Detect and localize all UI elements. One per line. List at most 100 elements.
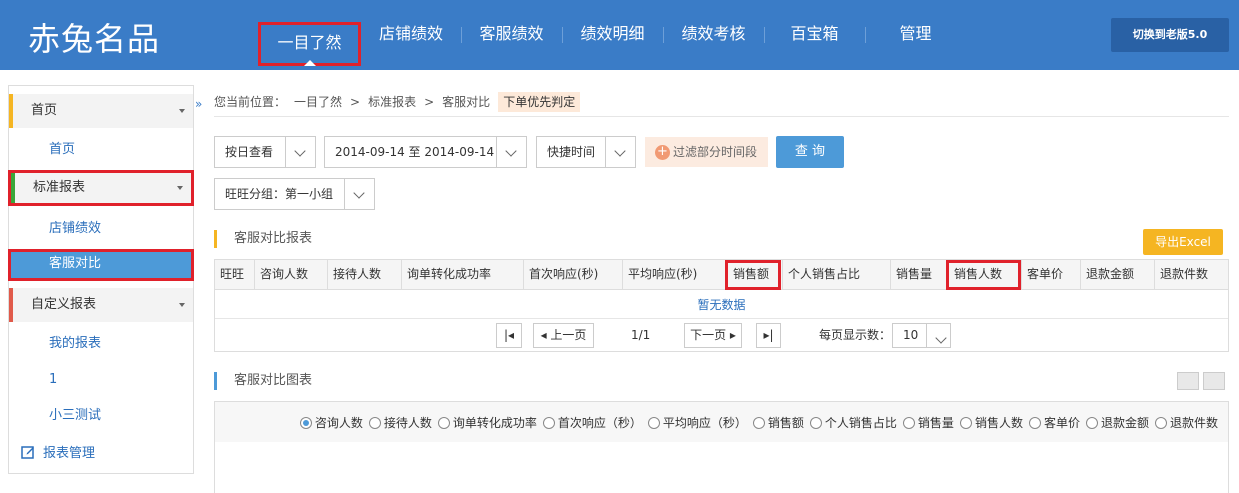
column-header[interactable]: 旺旺	[215, 260, 254, 290]
nav-service-performance[interactable]: 客服绩效	[461, 0, 562, 70]
view-mode-select[interactable]: 按日查看	[214, 136, 316, 168]
chart-type-switch	[1173, 372, 1225, 390]
nav-shop-performance[interactable]: 店铺绩效	[361, 0, 461, 70]
nav-label: 绩效考核	[681, 24, 746, 43]
sidebar-item-home[interactable]: 首页	[9, 135, 193, 165]
sidebar-group-label: 首页	[31, 103, 58, 118]
filter-period-label: 过滤部分时间段	[673, 145, 758, 159]
bar-chart-icon[interactable]	[1203, 372, 1225, 390]
per-page-select[interactable]: 10	[892, 323, 951, 348]
group-value: 旺旺分组：第一小组	[225, 187, 334, 201]
last-page-button[interactable]: ▸|	[756, 323, 781, 348]
column-header[interactable]: 个人销售占比	[782, 260, 890, 290]
quick-time-select[interactable]: 快捷时间	[536, 136, 636, 168]
filter-period-button[interactable]: + 过滤部分时间段	[645, 137, 768, 167]
radio-icon	[647, 416, 660, 429]
nav-label: 店铺绩效	[378, 24, 443, 43]
sidebar-item-service-compare[interactable]: 客服对比	[8, 249, 194, 281]
nav-performance-detail[interactable]: 绩效明细	[562, 0, 663, 70]
metric-radio[interactable]: 客单价	[1028, 414, 1080, 431]
breadcrumb-item[interactable]: 标准报表	[368, 92, 416, 112]
metric-radio[interactable]: 平均响应（秒）	[647, 414, 747, 431]
sidebar-group-home[interactable]: 首页	[9, 94, 193, 128]
breadcrumb-item[interactable]: 一目了然	[294, 92, 342, 112]
metric-label: 客单价	[1043, 416, 1080, 430]
metric-radio[interactable]: 销售量	[902, 414, 954, 431]
metric-label: 询单转化成功率	[452, 416, 537, 430]
column-header-sales[interactable]: 销售额	[725, 260, 781, 290]
column-header[interactable]: 退款金额	[1080, 260, 1154, 290]
chevron-down-icon	[179, 109, 185, 113]
metric-label: 销售量	[917, 416, 954, 430]
column-header[interactable]: 首次响应(秒)	[523, 260, 622, 290]
chevron-down-icon	[605, 137, 635, 167]
title-mark	[214, 230, 217, 248]
radio-icon	[368, 416, 381, 429]
column-header[interactable]: 咨询人数	[254, 260, 327, 290]
app-logo[interactable]: 赤兔名品	[28, 14, 160, 60]
chart-title-text: 客服对比图表	[234, 373, 313, 388]
nav-manage[interactable]: 管理	[865, 0, 966, 70]
column-header[interactable]: 询单转化成功率	[401, 260, 523, 290]
nav-toolbox[interactable]: 百宝箱	[764, 0, 865, 70]
column-header[interactable]: 客单价	[1021, 260, 1080, 290]
radio-icon	[809, 416, 822, 429]
title-mark	[214, 372, 217, 390]
column-header[interactable]: 平均响应(秒)	[622, 260, 725, 290]
metric-radio[interactable]: 销售额	[752, 414, 804, 431]
sidebar-group-standard-reports[interactable]: 标准报表	[8, 170, 194, 206]
date-range-select[interactable]: 2014-09-14 至 2014-09-14	[324, 136, 527, 168]
nav-label: 绩效明细	[580, 24, 645, 43]
group-select[interactable]: 旺旺分组：第一小组	[214, 178, 375, 210]
per-page-value: 10	[903, 328, 919, 342]
metric-label: 退款金额	[1100, 416, 1149, 430]
collapse-sidebar-icon[interactable]: »	[195, 97, 202, 111]
main-nav: 一目了然 店铺绩效 客服绩效 绩效明细 绩效考核 百宝箱 管理	[258, 0, 966, 70]
sidebar-item-my-reports[interactable]: 我的报表	[9, 329, 193, 359]
table-header: 旺旺 咨询人数 接待人数 询单转化成功率 首次响应(秒) 平均响应(秒) 销售额…	[215, 260, 1228, 290]
chart-area: 咨询人数 接待人数 询单转化成功率 首次响应（秒） 平均响应（秒） 销售额 个人…	[214, 401, 1229, 493]
chevron-down-icon	[496, 137, 526, 167]
breadcrumb-separator-icon: >	[350, 95, 361, 109]
export-excel-button[interactable]: 导出Excel	[1143, 229, 1223, 255]
column-header[interactable]: 销售量	[890, 260, 946, 290]
metric-radio[interactable]: 接待人数	[368, 414, 432, 431]
sidebar-item-shop-performance[interactable]: 店铺绩效	[9, 214, 193, 244]
breadcrumb: 您当前位置： 一目了然 > 标准报表 > 客服对比 下单优先判定	[214, 92, 588, 112]
report-title: 客服对比报表	[214, 229, 312, 249]
per-page-label: 每页显示数：	[819, 328, 892, 342]
column-header[interactable]: 接待人数	[327, 260, 401, 290]
metric-radio[interactable]: 退款金额	[1085, 414, 1149, 431]
sidebar-group-custom-reports[interactable]: 自定义报表	[9, 288, 193, 322]
order-priority-tag: 下单优先判定	[498, 92, 581, 112]
first-page-button[interactable]: |◂	[496, 323, 522, 348]
breadcrumb-prefix: 您当前位置：	[214, 95, 287, 109]
column-header-buyers[interactable]: 销售人数	[946, 260, 1021, 290]
nav-performance-review[interactable]: 绩效考核	[663, 0, 764, 70]
column-header[interactable]: 退款件数	[1154, 260, 1228, 290]
query-button[interactable]: 查 询	[776, 136, 844, 168]
chevron-down-icon	[177, 186, 183, 190]
plus-icon: +	[655, 144, 670, 160]
switch-old-version-button[interactable]: 切换到老版5.0	[1111, 18, 1229, 52]
sidebar-item-test[interactable]: 小三测试	[9, 401, 193, 431]
report-manage-link[interactable]: 报表管理	[21, 442, 95, 461]
quick-time-value: 快捷时间	[547, 145, 596, 159]
metric-radio[interactable]: 销售人数	[959, 414, 1023, 431]
radio-icon	[752, 416, 765, 429]
metric-label: 首次响应（秒）	[557, 416, 642, 430]
radio-icon	[1085, 416, 1098, 429]
metric-radio[interactable]: 退款件数	[1154, 414, 1218, 431]
metric-radio[interactable]: 个人销售占比	[809, 414, 897, 431]
next-page-button[interactable]: 下一页 ▸	[684, 323, 742, 348]
line-chart-icon[interactable]	[1177, 372, 1199, 390]
sidebar-group-label: 自定义报表	[31, 297, 97, 312]
breadcrumb-item: 客服对比	[442, 95, 491, 109]
metric-radio[interactable]: 首次响应（秒）	[542, 414, 642, 431]
group-color-bar	[9, 288, 13, 322]
metric-radio[interactable]: 咨询人数	[299, 414, 363, 431]
metric-radio[interactable]: 询单转化成功率	[437, 414, 537, 431]
nav-overview[interactable]: 一目了然	[258, 22, 361, 66]
sidebar-item-1[interactable]: 1	[9, 365, 193, 395]
prev-page-button[interactable]: ◂ 上一页	[533, 323, 594, 348]
